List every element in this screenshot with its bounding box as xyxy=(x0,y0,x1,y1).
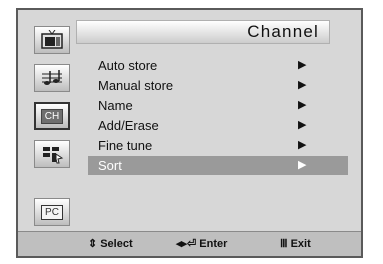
help-enter-label: Enter xyxy=(199,238,228,250)
help-select: ⇕ Select xyxy=(88,237,133,250)
menu-item-name[interactable]: Name ▶ xyxy=(88,96,348,115)
menu-item-label: Sort xyxy=(98,158,122,173)
help-select-label: Select xyxy=(100,238,133,250)
page-title: Channel xyxy=(247,22,319,41)
help-bar: ⇕ Select ◂▸⏎ Enter Ⅲ Exit xyxy=(18,231,361,256)
menu-item-auto-store[interactable]: Auto store ▶ xyxy=(88,56,348,75)
menu-item-label: Fine tune xyxy=(98,138,153,153)
pc-icon[interactable]: PC xyxy=(34,198,70,226)
help-enter: ◂▸⏎ Enter xyxy=(176,237,227,250)
channel-icon-label: CH xyxy=(40,108,64,124)
menu-title-bar: Channel xyxy=(76,20,330,44)
menu-exit-icon: Ⅲ xyxy=(280,238,288,250)
submenu-arrow-icon: ▶ xyxy=(298,119,307,131)
up-down-arrow-icon: ⇕ xyxy=(88,238,98,250)
menu-item-manual-store[interactable]: Manual store ▶ xyxy=(88,76,348,95)
submenu-arrow-icon: ▶ xyxy=(298,139,307,151)
menu-item-sort[interactable]: Sort ▶ xyxy=(88,156,348,175)
picture-icon[interactable] xyxy=(34,26,70,54)
menu-item-fine-tune[interactable]: Fine tune ▶ xyxy=(88,136,348,155)
enter-icon: ◂▸⏎ xyxy=(176,238,197,250)
help-exit: Ⅲ Exit xyxy=(280,237,311,250)
submenu-arrow-icon: ▶ xyxy=(298,59,307,71)
tv-osd-menu: CH PC Channel Auto store ▶ Manual store … xyxy=(16,8,363,258)
help-exit-label: Exit xyxy=(290,238,311,250)
submenu-arrow-icon: ▶ xyxy=(298,159,307,171)
submenu-arrow-icon: ▶ xyxy=(298,99,307,111)
category-icon-column: CH PC xyxy=(32,18,72,234)
menu-item-label: Name xyxy=(98,98,133,113)
pc-icon-label: PC xyxy=(41,204,63,220)
menu-item-add-erase[interactable]: Add/Erase ▶ xyxy=(88,116,348,135)
menu-item-label: Manual store xyxy=(98,78,174,93)
setup-icon[interactable] xyxy=(34,140,70,168)
sound-icon[interactable] xyxy=(34,64,70,92)
menu-item-label: Auto store xyxy=(98,58,158,73)
menu-item-label: Add/Erase xyxy=(98,118,159,133)
submenu-arrow-icon: ▶ xyxy=(298,79,307,91)
channel-icon[interactable]: CH xyxy=(34,102,70,130)
